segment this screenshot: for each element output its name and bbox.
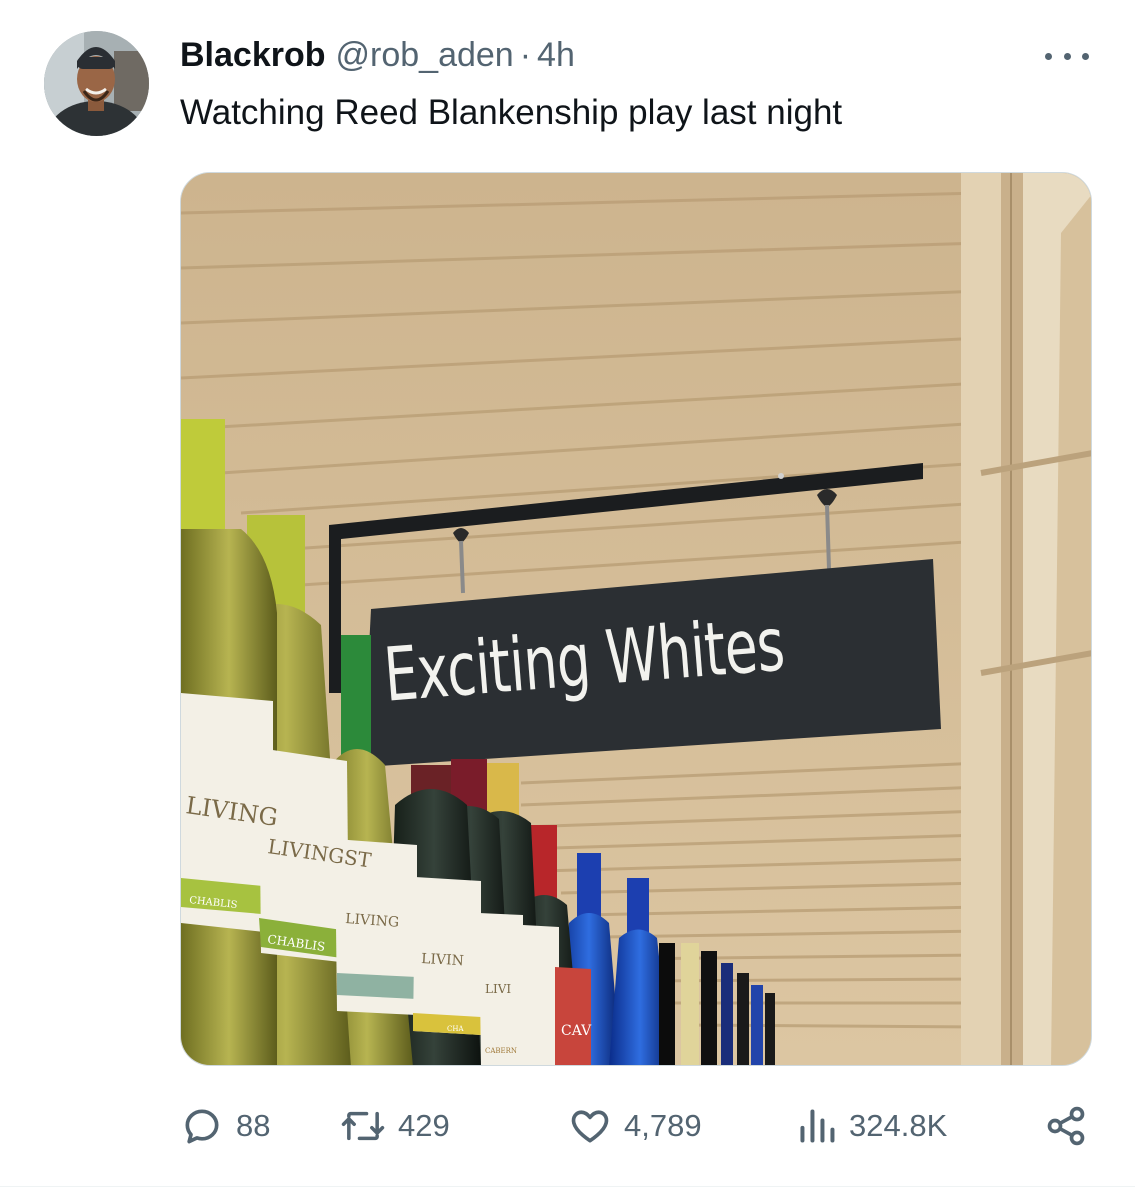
reply-icon <box>185 1109 219 1144</box>
header-separator: · <box>519 36 532 74</box>
retweet-button[interactable]: 429 <box>340 1100 450 1152</box>
retweet-icon <box>341 1111 385 1141</box>
avatar[interactable] <box>44 31 149 136</box>
tweet-header: Blackrob @rob_aden · 4h <box>180 36 575 80</box>
retweet-count: 429 <box>398 1108 450 1143</box>
avatar-image <box>44 31 149 136</box>
views-chart-icon <box>800 1109 835 1143</box>
reply-button[interactable]: 88 <box>180 1100 270 1152</box>
more-dot <box>1045 52 1052 60</box>
svg-text:LIVI: LIVI <box>485 982 511 996</box>
like-count: 4,789 <box>624 1108 702 1143</box>
more-options-icon[interactable] <box>1045 44 1089 68</box>
views-button[interactable]: 324.8K <box>797 1100 947 1152</box>
like-button[interactable]: 4,789 <box>568 1100 702 1152</box>
reply-count: 88 <box>236 1108 271 1143</box>
tweet-media[interactable]: LIVING LIVINGST CHABLIS CHABLIS LIVING L… <box>180 172 1092 1066</box>
timestamp[interactable]: 4h <box>537 36 575 75</box>
divider <box>0 1186 1135 1187</box>
ceiling-beams <box>961 173 1091 1065</box>
user-handle[interactable]: @rob_aden <box>336 36 514 75</box>
tweet-actions: 88 429 4,789 324.8K <box>180 1100 1092 1152</box>
more-dot <box>1063 52 1071 60</box>
share-icon <box>1047 1106 1085 1146</box>
svg-text:CAV: CAV <box>561 1023 592 1039</box>
display-name[interactable]: Blackrob <box>180 36 326 75</box>
heart-icon <box>571 1110 609 1143</box>
svg-text:LIVIN: LIVIN <box>421 951 464 969</box>
share-button[interactable] <box>1044 1100 1088 1152</box>
svg-text:CABERN: CABERN <box>485 1047 517 1055</box>
tweet-text: Watching Reed Blankenship play last nigh… <box>180 93 843 132</box>
more-dot <box>1082 52 1089 60</box>
svg-text:CHA: CHA <box>447 1025 464 1033</box>
views-count: 324.8K <box>849 1108 948 1143</box>
